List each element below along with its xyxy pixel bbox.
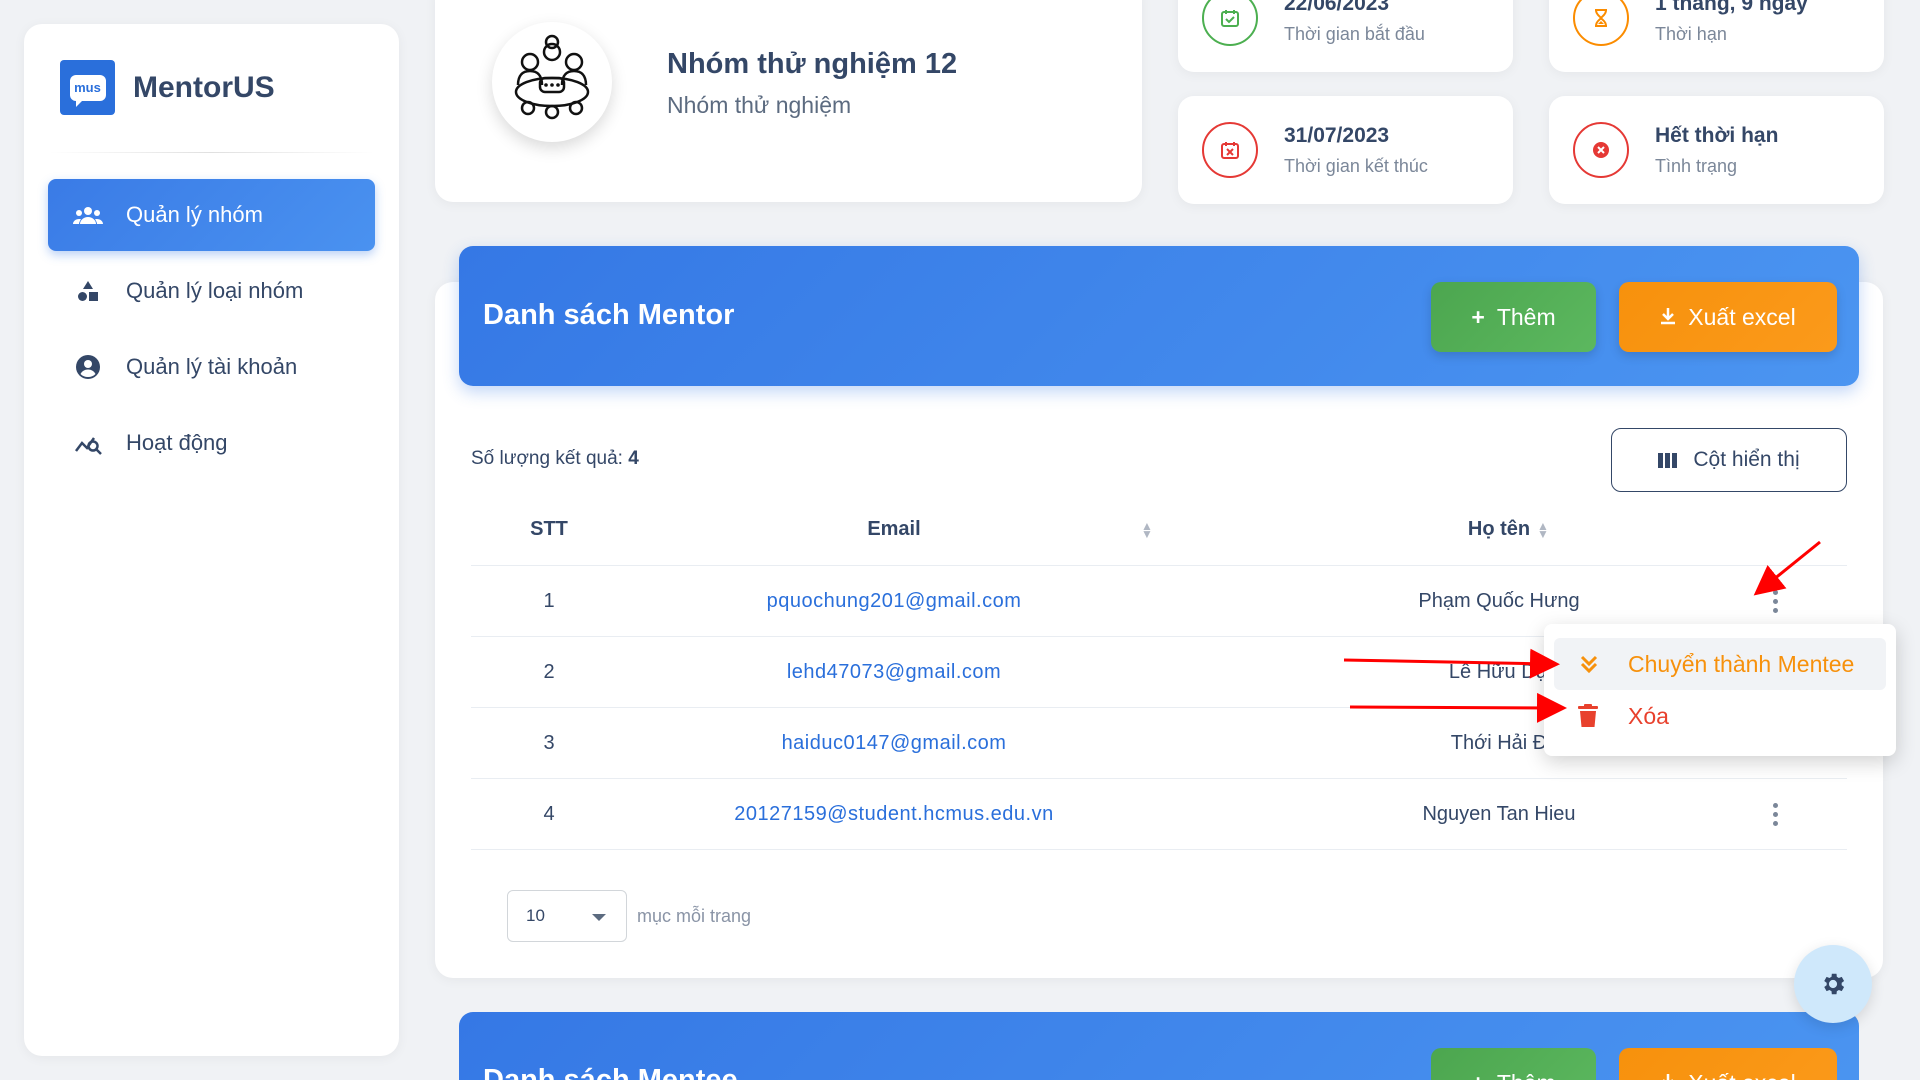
brand-name: MentorUS [133, 70, 275, 104]
cell-email[interactable]: pquochung201@gmail.com [627, 590, 1161, 613]
export-mentee-excel-button[interactable]: Xuất excel [1619, 1048, 1837, 1080]
stat-label: Thời hạn [1655, 24, 1727, 44]
group-info-card: Nhóm thử nghiệm 12 Nhóm thử nghiệm [435, 0, 1142, 202]
activity-icon [72, 427, 104, 459]
result-count: Số lượng kết quả: 4 [471, 448, 639, 470]
sort-name-icon[interactable]: ▲ ▼ [1537, 520, 1549, 540]
add-mentee-button[interactable]: + Thêm [1431, 1048, 1596, 1080]
stat-start-date: 22/06/2023 Thời gian bắt đầu [1178, 0, 1513, 72]
sidebar-item-label: Quản lý tài khoản [126, 354, 298, 379]
result-count-value: 4 [628, 448, 639, 469]
column-header-stt[interactable]: STT [471, 518, 627, 541]
sidebar-item-group-types[interactable]: Quản lý loại nhóm [48, 255, 375, 327]
plus-icon: + [1471, 1070, 1484, 1080]
mentee-card-header: Danh sách Mentee + Thêm Xuất excel [459, 1012, 1859, 1080]
groups-icon [72, 199, 104, 231]
sidebar-item-label: Quản lý nhóm [126, 202, 263, 227]
result-count-prefix: Số lượng kết quả: [471, 448, 623, 469]
sidebar-item-groups[interactable]: Quản lý nhóm [48, 179, 375, 251]
settings-button[interactable] [1794, 945, 1872, 1023]
add-mentee-label: Thêm [1497, 1070, 1556, 1080]
stat-end-date: 31/07/2023 Thời gian kết thúc [1178, 96, 1513, 204]
columns-icon [1658, 452, 1679, 468]
group-meeting-icon [514, 34, 590, 120]
cell-email[interactable]: haiduc0147@gmail.com [627, 732, 1161, 755]
sidebar-item-label: Quản lý loại nhóm [126, 278, 304, 303]
group-avatar [492, 22, 612, 142]
convert-to-mentee-item[interactable]: Chuyển thành Mentee [1554, 638, 1886, 690]
category-icon [72, 275, 104, 307]
account-icon [72, 351, 104, 383]
cell-name: Phạm Quốc Hưng [1418, 589, 1580, 612]
page-size-label: mục mỗi trang [637, 905, 752, 926]
calendar-x-icon [1202, 122, 1258, 178]
brand[interactable]: mus MentorUS [60, 60, 275, 115]
visible-columns-button[interactable]: Cột hiển thị [1611, 428, 1847, 492]
trash-icon [1578, 704, 1608, 728]
export-excel-label: Xuất excel [1688, 303, 1796, 330]
stat-value: 22/06/2023 [1284, 0, 1390, 15]
row-actions-icon[interactable] [1765, 586, 1785, 616]
sidebar-item-accounts[interactable]: Quản lý tài khoản [48, 331, 375, 403]
cell-name: Nguyen Tan Hieu [1422, 802, 1576, 825]
cell-stt: 2 [543, 660, 555, 683]
cancel-circle-icon [1573, 122, 1629, 178]
export-excel-button[interactable]: Xuất excel [1619, 282, 1837, 352]
mentor-card-header: Danh sách Mentor + Thêm Xuất excel [459, 246, 1859, 386]
stat-label: Thời gian bắt đầu [1284, 24, 1425, 44]
add-mentor-label: Thêm [1496, 303, 1556, 330]
delete-label: Xóa [1628, 702, 1669, 729]
page-size-value: 10 [526, 906, 545, 925]
stat-value: 31/07/2023 [1284, 124, 1390, 147]
brand-logo-text: mus [69, 74, 106, 107]
sidebar-item-label: Hoạt động [126, 430, 228, 455]
double-chevron-down-icon [1578, 653, 1608, 675]
pagination: 10 mục mỗi trang [507, 890, 751, 942]
stat-duration: 1 tháng, 9 ngày Thời hạn [1549, 0, 1884, 72]
cell-stt: 4 [543, 802, 555, 825]
sidebar-divider [48, 152, 375, 153]
cell-stt: 1 [543, 589, 555, 612]
cell-stt: 3 [543, 731, 555, 754]
mentee-card-title: Danh sách Mentee [483, 1064, 738, 1080]
column-header-email[interactable]: Email [627, 518, 1161, 541]
row-actions-icon[interactable] [1765, 799, 1785, 829]
stat-value: 1 tháng, 9 ngày [1655, 0, 1808, 15]
calendar-check-icon [1202, 0, 1258, 46]
brand-logo: mus [60, 60, 115, 115]
column-header-name[interactable]: Họ tên [1299, 518, 1699, 541]
sort-email-icon[interactable]: ▲ ▼ [1141, 520, 1153, 540]
group-subtitle: Nhóm thử nghiệm [667, 92, 852, 118]
group-title: Nhóm thử nghiệm 12 [667, 48, 958, 80]
stat-label: Thời gian kết thúc [1284, 156, 1428, 176]
stat-value: Hết thời hạn [1655, 124, 1779, 147]
export-mentee-excel-label: Xuất excel [1688, 1070, 1795, 1080]
sidebar-item-activity[interactable]: Hoạt động [48, 407, 375, 479]
sidebar-nav: Quản lý nhóm Quản lý loại nhóm Quản lý t… [48, 179, 375, 483]
row-action-menu: Chuyển thành Mentee Xóa [1544, 624, 1896, 756]
hourglass-icon [1573, 0, 1629, 46]
sidebar: mus MentorUS Quản lý nhóm Quản lý loại n… [24, 24, 399, 1056]
download-icon [1660, 1070, 1676, 1080]
gear-icon [1824, 973, 1845, 995]
stat-status: Hết thời hạn Tình trạng [1549, 96, 1884, 204]
cell-email[interactable]: 20127159@student.hcmus.edu.vn [627, 803, 1161, 826]
convert-to-mentee-label: Chuyển thành Mentee [1628, 650, 1855, 677]
table-row: 4 20127159@student.hcmus.edu.vn Nguyen T… [471, 779, 1847, 850]
caret-down-icon [592, 914, 606, 921]
delete-item[interactable]: Xóa [1554, 690, 1886, 742]
mentor-card-title: Danh sách Mentor [483, 299, 735, 331]
page-size-select[interactable]: 10 [507, 890, 627, 942]
download-icon [1660, 304, 1676, 331]
stat-label: Tình trạng [1655, 156, 1738, 176]
table-header: STT Email ▲ ▼ Họ tên ▲ ▼ [471, 494, 1847, 566]
add-mentor-button[interactable]: + Thêm [1431, 282, 1596, 352]
cell-email[interactable]: lehd47073@gmail.com [627, 661, 1161, 684]
visible-columns-label: Cột hiển thị [1693, 448, 1800, 471]
plus-icon: + [1471, 303, 1485, 330]
